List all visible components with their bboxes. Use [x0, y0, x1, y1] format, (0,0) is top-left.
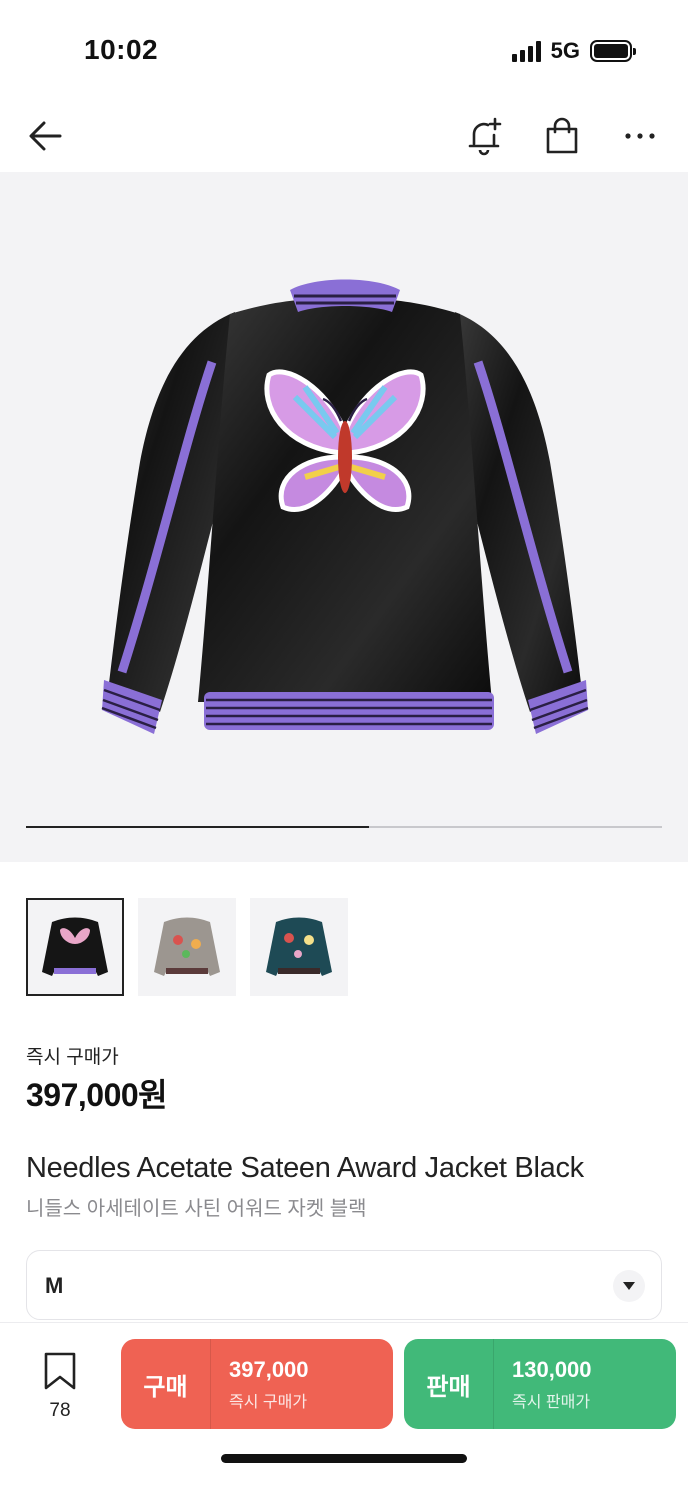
jacket-thumbnail-image [154, 917, 220, 976]
product-title: Needles Acetate Sateen Award Jacket Blac… [26, 1152, 584, 1184]
product-subtitle: 니들스 아세테이트 사틴 어워드 자켓 블랙 [26, 1198, 367, 1220]
more-dots-icon [625, 133, 655, 139]
jacket-thumbnail-image [42, 917, 108, 976]
size-value: M [45, 1273, 64, 1298]
thumbnail-teal[interactable] [250, 898, 348, 996]
product-image-carousel[interactable] [0, 172, 688, 862]
back-button[interactable] [22, 112, 70, 160]
status-time: 10:02 [84, 34, 159, 65]
shopping-bag-icon [546, 117, 578, 154]
price-value: 397,000원 [26, 1077, 168, 1113]
thumbnail-list [26, 898, 348, 996]
cart-button[interactable] [538, 112, 586, 160]
back-arrow-icon [29, 121, 62, 151]
status-bar: 10:02 5G [0, 0, 688, 100]
battery-icon [590, 40, 636, 62]
wish-button[interactable]: 78 [34, 1351, 86, 1422]
buy-info: 397,000 즉시 구매가 [211, 1357, 309, 1412]
more-button[interactable] [616, 112, 664, 160]
product-image [101, 279, 589, 734]
alert-button[interactable] [460, 112, 508, 160]
chevron-down-icon [613, 1270, 645, 1302]
bottom-action-bar: 78 구매 397,000 즉시 구매가 판매 130,000 즉시 판매가 [0, 1322, 688, 1500]
home-indicator[interactable] [221, 1454, 467, 1463]
price-label: 즉시 구매가 [26, 1047, 119, 1068]
signal-icon [511, 40, 541, 62]
size-select[interactable]: M [26, 1250, 662, 1320]
network-type: 5G [550, 38, 580, 63]
thumbnail-silver[interactable] [138, 898, 236, 996]
buy-label: 구매 [121, 1339, 211, 1429]
buy-button[interactable]: 구매 397,000 즉시 구매가 [121, 1339, 393, 1429]
sell-price: 130,000 [512, 1356, 592, 1382]
thumbnail-black[interactable] [26, 898, 124, 996]
bell-plus-icon [468, 117, 502, 156]
wish-count: 78 [49, 1400, 71, 1421]
image-progress-bar [26, 826, 662, 828]
sell-info: 130,000 즉시 판매가 [494, 1357, 592, 1412]
sell-subtext: 즉시 판매가 [512, 1393, 591, 1411]
nav-bar [0, 100, 688, 172]
image-progress-fill [26, 826, 370, 828]
bookmark-icon [44, 1352, 76, 1390]
buy-subtext: 즉시 구매가 [229, 1393, 308, 1411]
jacket-thumbnail-image [266, 917, 332, 976]
sell-label: 판매 [404, 1339, 494, 1429]
buy-price: 397,000 [229, 1356, 309, 1382]
sell-button[interactable]: 판매 130,000 즉시 판매가 [404, 1339, 676, 1429]
status-indicators: 5G [511, 38, 636, 64]
